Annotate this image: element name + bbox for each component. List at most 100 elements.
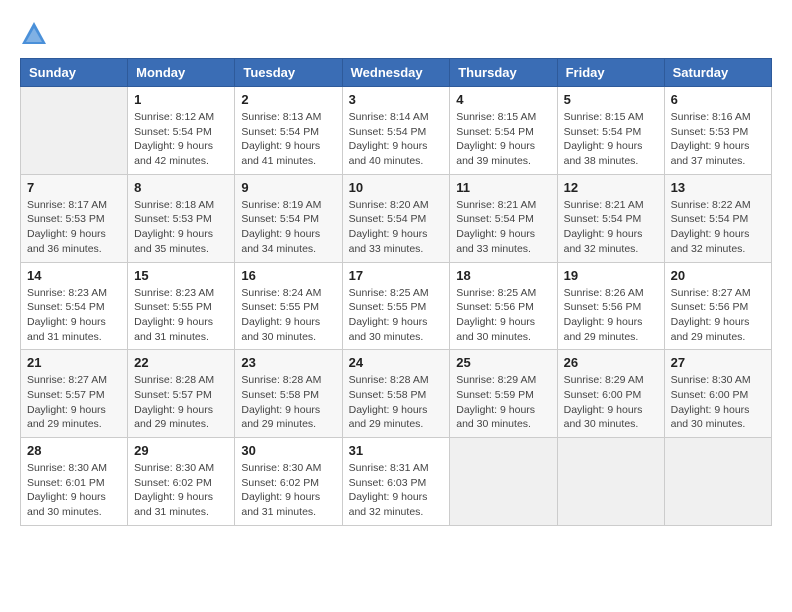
calendar-cell: 16 Sunrise: 8:24 AMSunset: 5:55 PMDayligh… [235, 262, 342, 350]
day-info: Sunrise: 8:17 AMSunset: 5:53 PMDaylight:… [27, 198, 121, 257]
day-info: Sunrise: 8:21 AMSunset: 5:54 PMDaylight:… [564, 198, 658, 257]
logo-icon [20, 20, 48, 48]
calendar-cell [557, 438, 664, 526]
calendar-cell: 30Sunrise: 8:30 AMSunset: 6:02 PMDayligh… [235, 438, 342, 526]
day-info: Sunrise: 8:28 AMSunset: 5:58 PMDaylight:… [349, 373, 444, 432]
calendar-cell: 10 Sunrise: 8:20 AMSunset: 5:54 PMDayligh… [342, 174, 450, 262]
day-number: 7 [27, 180, 121, 195]
day-info: Sunrise: 8:21 AMSunset: 5:54 PMDaylight:… [456, 198, 550, 257]
calendar-cell: 23Sunrise: 8:28 AMSunset: 5:58 PMDayligh… [235, 350, 342, 438]
day-number: 3 [349, 92, 444, 107]
day-number: 10 [349, 180, 444, 195]
calendar-cell: 9Sunrise: 8:19 AMSunset: 5:54 PMDaylight… [235, 174, 342, 262]
weekday-header-sunday: Sunday [21, 59, 128, 87]
calendar-cell: 1Sunrise: 8:12 AMSunset: 5:54 PMDaylight… [128, 87, 235, 175]
calendar-cell: 11 Sunrise: 8:21 AMSunset: 5:54 PMDayligh… [450, 174, 557, 262]
calendar-cell: 29 Sunrise: 8:30 AMSunset: 6:02 PMDayligh… [128, 438, 235, 526]
day-number: 17 [349, 268, 444, 283]
calendar-cell: 14 Sunrise: 8:23 AMSunset: 5:54 PMDayligh… [21, 262, 128, 350]
page-header [20, 20, 772, 48]
day-number: 8 [134, 180, 228, 195]
day-info: Sunrise: 8:30 AMSunset: 6:02 PMDaylight:… [134, 461, 228, 520]
day-number: 5 [564, 92, 658, 107]
day-info: Sunrise: 8:16 AMSunset: 5:53 PMDaylight:… [671, 110, 765, 169]
calendar-table: SundayMondayTuesdayWednesdayThursdayFrid… [20, 58, 772, 526]
day-number: 27 [671, 355, 765, 370]
calendar-cell: 5 Sunrise: 8:15 AMSunset: 5:54 PMDaylight… [557, 87, 664, 175]
day-number: 21 [27, 355, 121, 370]
calendar-cell: 27 Sunrise: 8:30 AMSunset: 6:00 PMDayligh… [664, 350, 771, 438]
day-info: Sunrise: 8:28 AMSunset: 5:58 PMDaylight:… [241, 373, 335, 432]
weekday-header-tuesday: Tuesday [235, 59, 342, 87]
day-number: 29 [134, 443, 228, 458]
day-number: 14 [27, 268, 121, 283]
day-number: 18 [456, 268, 550, 283]
calendar-week-row: 28 Sunrise: 8:30 AMSunset: 6:01 PMDayligh… [21, 438, 772, 526]
day-number: 31 [349, 443, 444, 458]
day-info: Sunrise: 8:29 AMSunset: 5:59 PMDaylight:… [456, 373, 550, 432]
calendar-cell: 22 Sunrise: 8:28 AMSunset: 5:57 PMDayligh… [128, 350, 235, 438]
calendar-cell: 12 Sunrise: 8:21 AMSunset: 5:54 PMDayligh… [557, 174, 664, 262]
calendar-cell [21, 87, 128, 175]
calendar-week-row: 21 Sunrise: 8:27 AMSunset: 5:57 PMDayligh… [21, 350, 772, 438]
logo [20, 20, 52, 48]
day-number: 22 [134, 355, 228, 370]
calendar-cell: 4 Sunrise: 8:15 AMSunset: 5:54 PMDaylight… [450, 87, 557, 175]
calendar-week-row: 1Sunrise: 8:12 AMSunset: 5:54 PMDaylight… [21, 87, 772, 175]
day-info: Sunrise: 8:20 AMSunset: 5:54 PMDaylight:… [349, 198, 444, 257]
calendar-cell: 25 Sunrise: 8:29 AMSunset: 5:59 PMDayligh… [450, 350, 557, 438]
day-number: 24 [349, 355, 444, 370]
day-info: Sunrise: 8:13 AMSunset: 5:54 PMDaylight:… [241, 110, 335, 169]
weekday-header-thursday: Thursday [450, 59, 557, 87]
calendar-cell: 28 Sunrise: 8:30 AMSunset: 6:01 PMDayligh… [21, 438, 128, 526]
calendar-cell [664, 438, 771, 526]
calendar-cell [450, 438, 557, 526]
calendar-cell: 17Sunrise: 8:25 AMSunset: 5:55 PMDayligh… [342, 262, 450, 350]
day-info: Sunrise: 8:29 AMSunset: 6:00 PMDaylight:… [564, 373, 658, 432]
day-info: Sunrise: 8:30 AMSunset: 6:00 PMDaylight:… [671, 373, 765, 432]
day-number: 16 [241, 268, 335, 283]
day-number: 26 [564, 355, 658, 370]
day-number: 6 [671, 92, 765, 107]
day-info: Sunrise: 8:27 AMSunset: 5:56 PMDaylight:… [671, 286, 765, 345]
day-number: 15 [134, 268, 228, 283]
calendar-cell: 15Sunrise: 8:23 AMSunset: 5:55 PMDayligh… [128, 262, 235, 350]
day-info: Sunrise: 8:26 AMSunset: 5:56 PMDaylight:… [564, 286, 658, 345]
day-info: Sunrise: 8:15 AMSunset: 5:54 PMDaylight:… [564, 110, 658, 169]
day-number: 25 [456, 355, 550, 370]
day-info: Sunrise: 8:27 AMSunset: 5:57 PMDaylight:… [27, 373, 121, 432]
day-info: Sunrise: 8:12 AMSunset: 5:54 PMDaylight:… [134, 110, 228, 169]
day-info: Sunrise: 8:30 AMSunset: 6:02 PMDaylight:… [241, 461, 335, 520]
calendar-cell: 3Sunrise: 8:14 AMSunset: 5:54 PMDaylight… [342, 87, 450, 175]
weekday-header-wednesday: Wednesday [342, 59, 450, 87]
calendar-cell: 31Sunrise: 8:31 AMSunset: 6:03 PMDayligh… [342, 438, 450, 526]
calendar-cell: 20 Sunrise: 8:27 AMSunset: 5:56 PMDayligh… [664, 262, 771, 350]
calendar-header: SundayMondayTuesdayWednesdayThursdayFrid… [21, 59, 772, 87]
day-info: Sunrise: 8:15 AMSunset: 5:54 PMDaylight:… [456, 110, 550, 169]
calendar-week-row: 7 Sunrise: 8:17 AMSunset: 5:53 PMDaylight… [21, 174, 772, 262]
day-info: Sunrise: 8:24 AMSunset: 5:55 PMDaylight:… [241, 286, 335, 345]
day-info: Sunrise: 8:28 AMSunset: 5:57 PMDaylight:… [134, 373, 228, 432]
day-number: 20 [671, 268, 765, 283]
weekday-header-friday: Friday [557, 59, 664, 87]
day-number: 9 [241, 180, 335, 195]
day-number: 12 [564, 180, 658, 195]
day-info: Sunrise: 8:23 AMSunset: 5:54 PMDaylight:… [27, 286, 121, 345]
calendar-cell: 24 Sunrise: 8:28 AMSunset: 5:58 PMDayligh… [342, 350, 450, 438]
day-info: Sunrise: 8:30 AMSunset: 6:01 PMDaylight:… [27, 461, 121, 520]
calendar-cell: 7 Sunrise: 8:17 AMSunset: 5:53 PMDaylight… [21, 174, 128, 262]
calendar-cell: 13Sunrise: 8:22 AMSunset: 5:54 PMDayligh… [664, 174, 771, 262]
calendar-cell: 6 Sunrise: 8:16 AMSunset: 5:53 PMDaylight… [664, 87, 771, 175]
day-info: Sunrise: 8:25 AMSunset: 5:56 PMDaylight:… [456, 286, 550, 345]
day-info: Sunrise: 8:18 AMSunset: 5:53 PMDaylight:… [134, 198, 228, 257]
weekday-header-monday: Monday [128, 59, 235, 87]
day-number: 28 [27, 443, 121, 458]
weekday-header-saturday: Saturday [664, 59, 771, 87]
day-number: 4 [456, 92, 550, 107]
weekday-header-row: SundayMondayTuesdayWednesdayThursdayFrid… [21, 59, 772, 87]
calendar-week-row: 14 Sunrise: 8:23 AMSunset: 5:54 PMDayligh… [21, 262, 772, 350]
day-info: Sunrise: 8:22 AMSunset: 5:54 PMDaylight:… [671, 198, 765, 257]
day-number: 11 [456, 180, 550, 195]
day-number: 2 [241, 92, 335, 107]
calendar-cell: 19Sunrise: 8:26 AMSunset: 5:56 PMDayligh… [557, 262, 664, 350]
